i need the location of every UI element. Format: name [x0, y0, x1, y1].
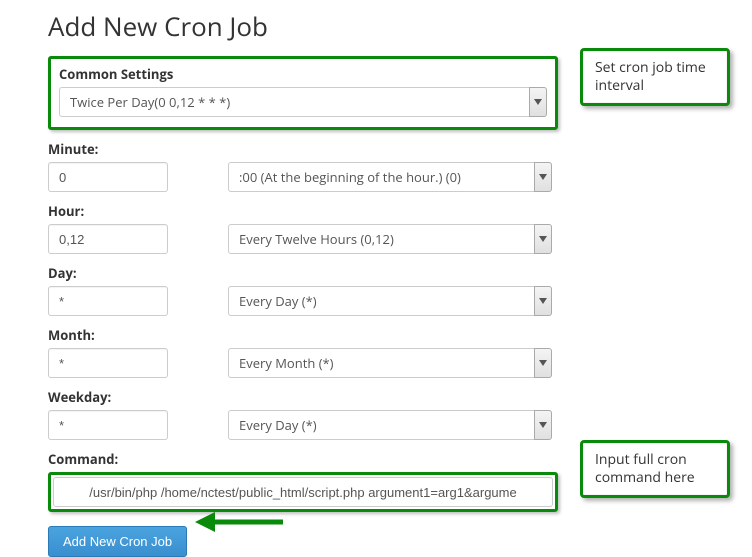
- day-select[interactable]: Every Day (*): [228, 286, 552, 316]
- command-label: Command:: [48, 450, 558, 468]
- callout-interval: Set cron job time interval: [580, 48, 730, 106]
- weekday-select[interactable]: Every Day (*): [228, 410, 552, 440]
- minute-input[interactable]: [48, 162, 168, 192]
- month-input[interactable]: [48, 348, 168, 378]
- day-label: Day:: [48, 264, 558, 282]
- minute-label: Minute:: [48, 140, 558, 158]
- common-settings-select[interactable]: Twice Per Day(0 0,12 * * *): [59, 87, 547, 117]
- hour-input[interactable]: [48, 224, 168, 254]
- hour-select[interactable]: Every Twelve Hours (0,12): [228, 224, 552, 254]
- minute-select-value: :00 (At the beginning of the hour.) (0): [228, 162, 534, 192]
- month-select-value: Every Month (*): [228, 348, 534, 378]
- weekday-select-value: Every Day (*): [228, 410, 534, 440]
- weekday-input[interactable]: [48, 410, 168, 440]
- month-label: Month:: [48, 326, 558, 344]
- month-select[interactable]: Every Month (*): [228, 348, 552, 378]
- chevron-down-icon[interactable]: [534, 286, 552, 316]
- common-settings-label: Common Settings: [59, 65, 547, 83]
- command-input[interactable]: [53, 477, 553, 507]
- hour-label: Hour:: [48, 202, 558, 220]
- chevron-down-icon[interactable]: [529, 87, 547, 117]
- weekday-label: Weekday:: [48, 388, 558, 406]
- add-cron-job-button[interactable]: Add New Cron Job: [48, 526, 187, 557]
- day-select-value: Every Day (*): [228, 286, 534, 316]
- command-highlight: [48, 472, 558, 512]
- chevron-down-icon[interactable]: [534, 410, 552, 440]
- common-settings-value: Twice Per Day(0 0,12 * * *): [59, 87, 529, 117]
- arrow-left-icon: [195, 510, 285, 539]
- page-title: Add New Cron Job: [48, 8, 752, 44]
- chevron-down-icon[interactable]: [534, 224, 552, 254]
- hour-select-value: Every Twelve Hours (0,12): [228, 224, 534, 254]
- chevron-down-icon[interactable]: [534, 348, 552, 378]
- day-input[interactable]: [48, 286, 168, 316]
- common-settings-group: Common Settings Twice Per Day(0 0,12 * *…: [48, 56, 558, 130]
- minute-select[interactable]: :00 (At the beginning of the hour.) (0): [228, 162, 552, 192]
- callout-command: Input full cron command here: [580, 440, 730, 498]
- chevron-down-icon[interactable]: [534, 162, 552, 192]
